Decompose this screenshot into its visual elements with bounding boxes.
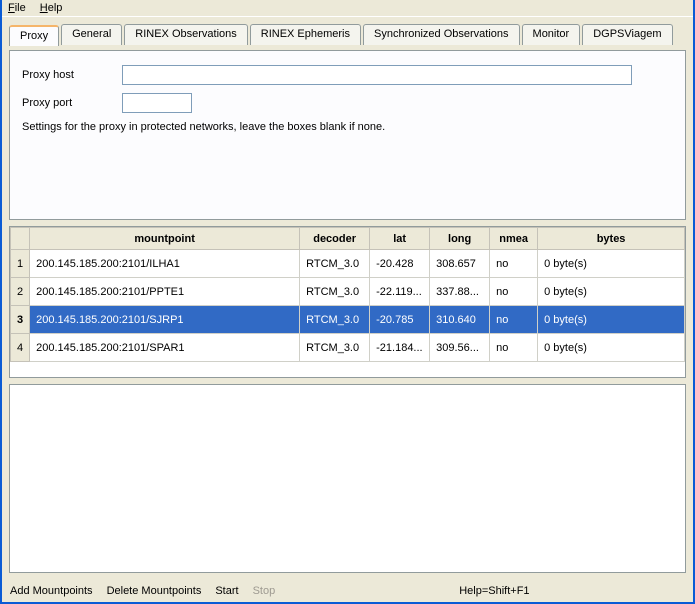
cell-decoder[interactable]: RTCM_3.0 <box>300 334 370 362</box>
proxy-port-label: Proxy port <box>22 97 122 109</box>
row-number: 3 <box>11 306 30 334</box>
cell-decoder[interactable]: RTCM_3.0 <box>300 306 370 334</box>
table-row[interactable]: 2200.145.185.200:2101/PPTE1RTCM_3.0-22.1… <box>11 278 685 306</box>
tab-general[interactable]: General <box>61 24 122 45</box>
cell-mountpoint[interactable]: 200.145.185.200:2101/SPAR1 <box>30 334 300 362</box>
tab-dgpsviagem[interactable]: DGPSViagem <box>582 24 672 45</box>
cell-decoder[interactable]: RTCM_3.0 <box>300 278 370 306</box>
start-button[interactable]: Start <box>215 585 238 597</box>
tab-proxy[interactable]: Proxy <box>9 25 59 46</box>
table-row[interactable]: 4200.145.185.200:2101/SPAR1RTCM_3.0-21.1… <box>11 334 685 362</box>
cell-nmea[interactable]: no <box>490 278 538 306</box>
cell-nmea[interactable]: no <box>490 306 538 334</box>
menu-bar: File Help <box>2 0 693 17</box>
tab-monitor[interactable]: Monitor <box>522 24 581 45</box>
proxy-host-label: Proxy host <box>22 69 122 81</box>
cell-nmea[interactable]: no <box>490 250 538 278</box>
col-header-long[interactable]: long <box>430 228 490 250</box>
col-header-decoder[interactable]: decoder <box>300 228 370 250</box>
row-number: 4 <box>11 334 30 362</box>
table-row[interactable]: 3200.145.185.200:2101/SJRP1RTCM_3.0-20.7… <box>11 306 685 334</box>
menu-help[interactable]: Help <box>40 2 63 14</box>
cell-bytes[interactable]: 0 byte(s) <box>538 306 685 334</box>
menu-file[interactable]: File <box>8 2 26 14</box>
log-area[interactable] <box>9 384 686 573</box>
proxy-note: Settings for the proxy in protected netw… <box>22 121 673 133</box>
cell-lat[interactable]: -20.785 <box>370 306 430 334</box>
row-number: 2 <box>11 278 30 306</box>
cell-mountpoint[interactable]: 200.145.185.200:2101/PPTE1 <box>30 278 300 306</box>
table-row[interactable]: 1200.145.185.200:2101/ILHA1RTCM_3.0-20.4… <box>11 250 685 278</box>
cell-lat[interactable]: -20.428 <box>370 250 430 278</box>
cell-bytes[interactable]: 0 byte(s) <box>538 250 685 278</box>
proxy-host-input[interactable] <box>122 65 632 85</box>
tab-panel-proxy: Proxy host Proxy port Settings for the p… <box>9 50 686 220</box>
row-number: 1 <box>11 250 30 278</box>
row-header-corner <box>11 228 30 250</box>
cell-mountpoint[interactable]: 200.145.185.200:2101/SJRP1 <box>30 306 300 334</box>
content-area: ProxyGeneralRINEX ObservationsRINEX Ephe… <box>2 17 693 580</box>
cell-long[interactable]: 308.657 <box>430 250 490 278</box>
cell-bytes[interactable]: 0 byte(s) <box>538 334 685 362</box>
mountpoints-table-wrap: mountpointdecoderlatlongnmeabytes 1200.1… <box>9 226 686 378</box>
tab-strip: ProxyGeneralRINEX ObservationsRINEX Ephe… <box>9 24 686 45</box>
tab-rinex-ephemeris[interactable]: RINEX Ephemeris <box>250 24 361 45</box>
help-hint: Help=Shift+F1 <box>459 585 529 597</box>
cell-lat[interactable]: -21.184... <box>370 334 430 362</box>
cell-nmea[interactable]: no <box>490 334 538 362</box>
cell-long[interactable]: 309.56... <box>430 334 490 362</box>
bottom-toolbar: Add Mountpoints Delete Mountpoints Start… <box>2 580 693 602</box>
mountpoints-table[interactable]: mountpointdecoderlatlongnmeabytes 1200.1… <box>10 227 685 362</box>
proxy-port-input[interactable] <box>122 93 192 113</box>
col-header-lat[interactable]: lat <box>370 228 430 250</box>
add-mountpoints-button[interactable]: Add Mountpoints <box>10 585 93 597</box>
col-header-nmea[interactable]: nmea <box>490 228 538 250</box>
cell-long[interactable]: 310.640 <box>430 306 490 334</box>
cell-lat[interactable]: -22.119... <box>370 278 430 306</box>
cell-decoder[interactable]: RTCM_3.0 <box>300 250 370 278</box>
col-header-bytes[interactable]: bytes <box>538 228 685 250</box>
cell-bytes[interactable]: 0 byte(s) <box>538 278 685 306</box>
delete-mountpoints-button[interactable]: Delete Mountpoints <box>107 585 202 597</box>
col-header-mountpoint[interactable]: mountpoint <box>30 228 300 250</box>
tab-rinex-observations[interactable]: RINEX Observations <box>124 24 247 45</box>
cell-mountpoint[interactable]: 200.145.185.200:2101/ILHA1 <box>30 250 300 278</box>
cell-long[interactable]: 337.88... <box>430 278 490 306</box>
tab-synchronized-observations[interactable]: Synchronized Observations <box>363 24 520 45</box>
stop-button: Stop <box>253 585 276 597</box>
